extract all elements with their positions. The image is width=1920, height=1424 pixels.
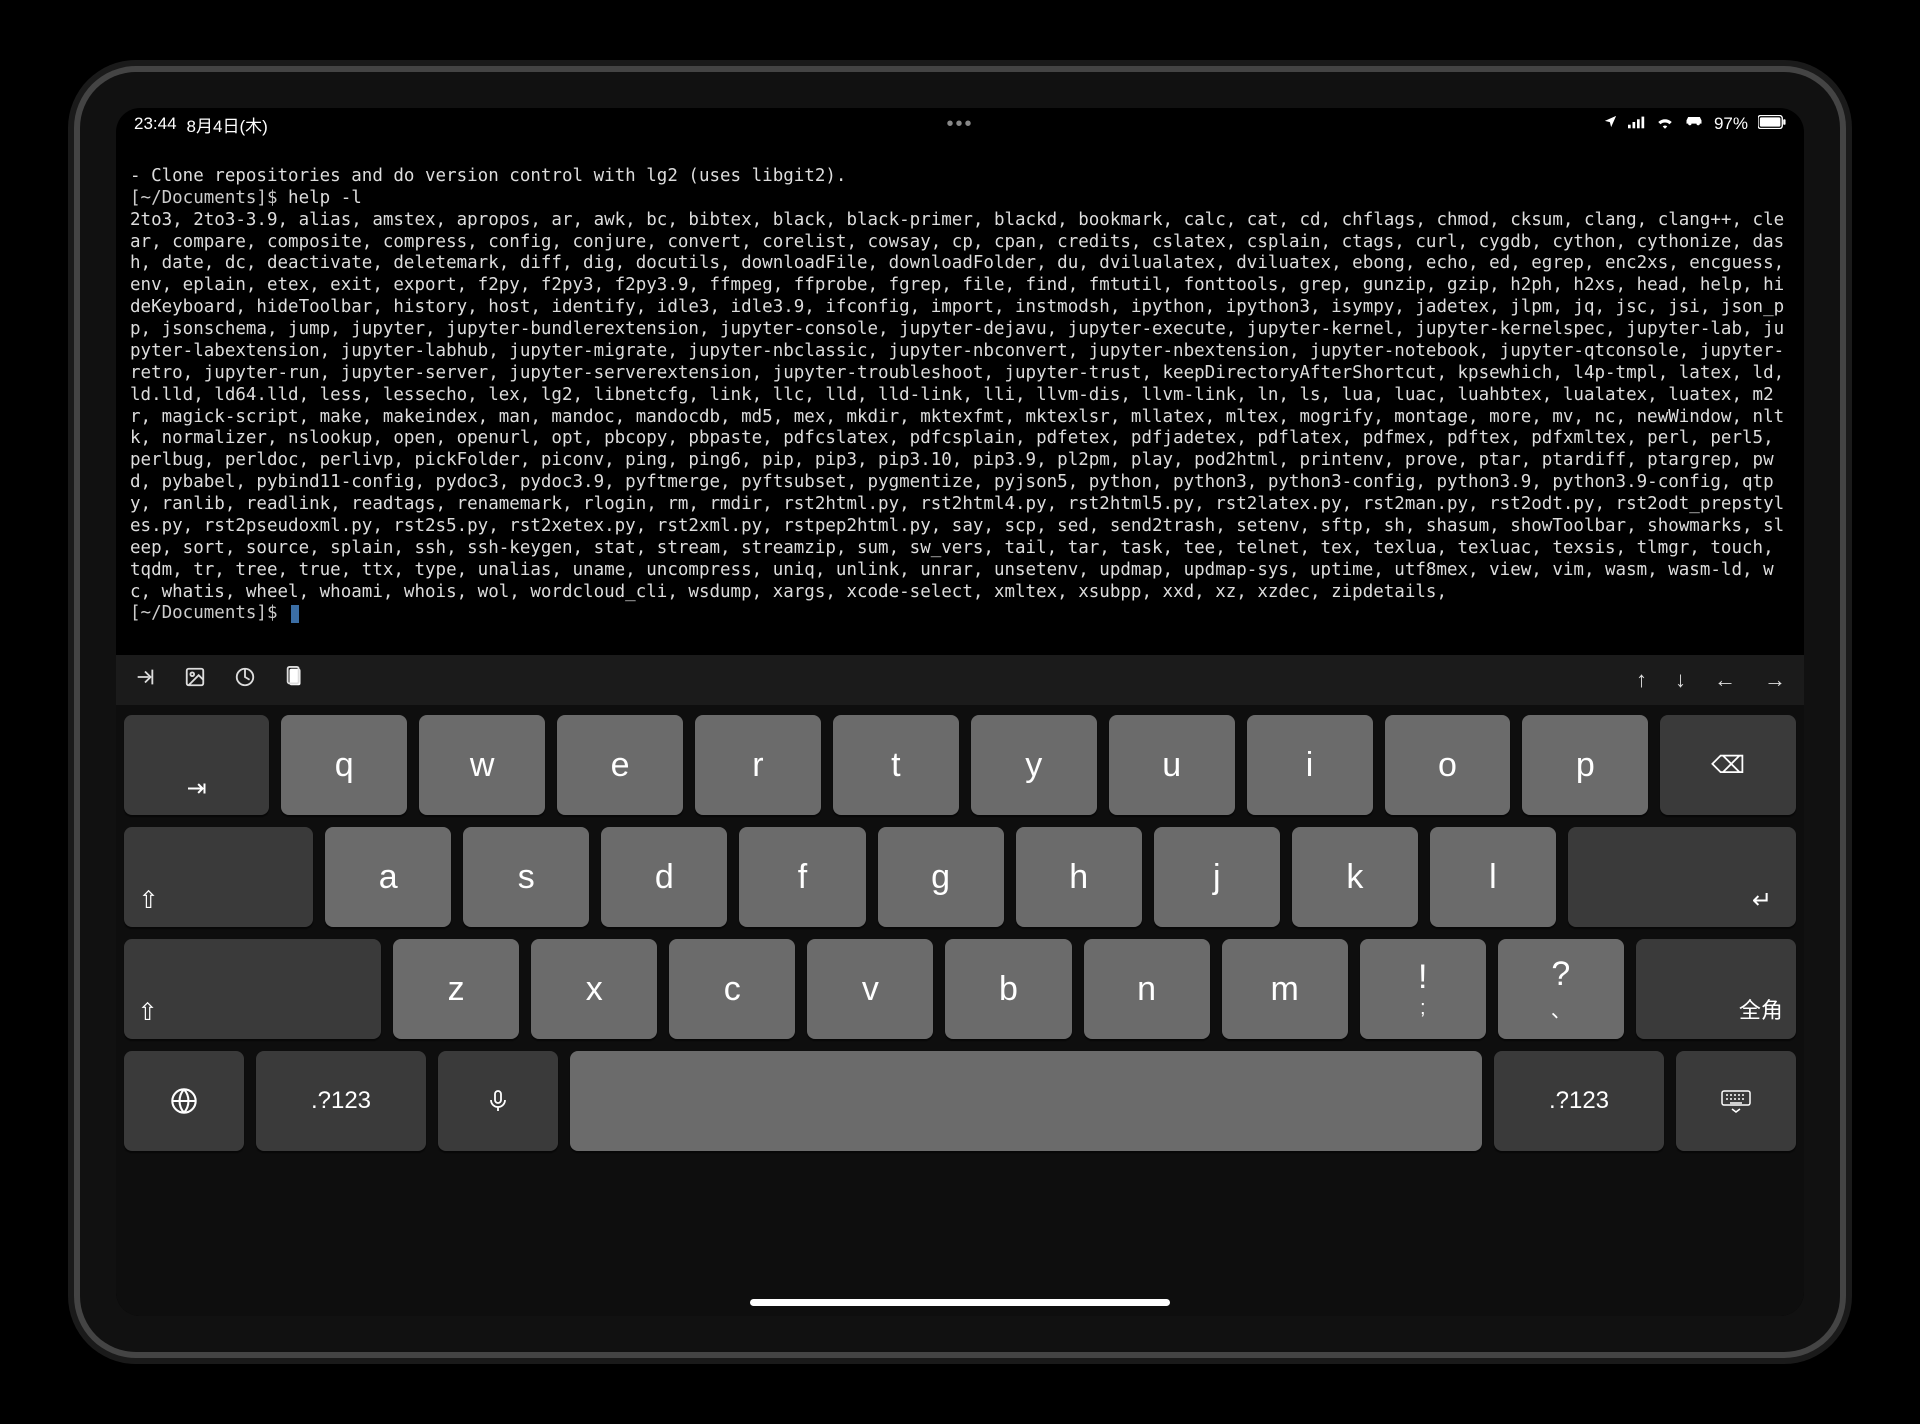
key-t[interactable]: t: [833, 715, 959, 815]
ipad-device-frame: 23:44 8月4日(木) ••• 97%: [80, 72, 1840, 1352]
key-question[interactable]: ? 、: [1498, 939, 1624, 1039]
cursor: [291, 605, 299, 623]
key-j[interactable]: j: [1154, 827, 1280, 927]
arrow-up-icon[interactable]: ↑: [1636, 667, 1647, 693]
terminal-body: 2to3, 2to3-3.9, alias, amstex, apropos, …: [130, 210, 1795, 602]
tab-right-icon[interactable]: [134, 666, 156, 694]
arrow-right-icon[interactable]: →: [1764, 667, 1786, 693]
backspace-key[interactable]: ⌫: [1660, 715, 1796, 815]
tab-key[interactable]: ⇥: [124, 715, 269, 815]
keyboard-row-2: ⇧ a s d f g h j k l ↵: [124, 827, 1796, 927]
arrow-down-icon[interactable]: ↓: [1675, 667, 1686, 693]
home-indicator[interactable]: [750, 1299, 1170, 1306]
status-left: 23:44 8月4日(木): [134, 112, 268, 137]
key-exclaim[interactable]: ! ;: [1360, 939, 1486, 1039]
screen: 23:44 8月4日(木) ••• 97%: [116, 108, 1804, 1316]
key-n[interactable]: n: [1084, 939, 1210, 1039]
key-p[interactable]: p: [1522, 715, 1648, 815]
globe-key[interactable]: [124, 1051, 244, 1151]
keyboard-accessory-bar: ↑ ↓ ← →: [116, 655, 1804, 705]
terminal-command: help -l: [288, 188, 362, 208]
mic-key[interactable]: [438, 1051, 558, 1151]
photo-icon[interactable]: [184, 666, 206, 694]
key-s[interactable]: s: [463, 827, 589, 927]
key-c[interactable]: c: [669, 939, 795, 1039]
onscreen-keyboard: ⇥ q w e r t y u i o p ⌫ ⇧: [116, 705, 1804, 1316]
key-o[interactable]: o: [1385, 715, 1511, 815]
zenkaku-key[interactable]: 全角: [1636, 939, 1796, 1039]
battery-percent: 97%: [1714, 114, 1748, 134]
space-key[interactable]: [570, 1051, 1482, 1151]
keyboard-row-1: ⇥ q w e r t y u i o p ⌫: [124, 715, 1796, 815]
key-h[interactable]: h: [1016, 827, 1142, 927]
terminal-prompt: [~/Documents]$: [130, 603, 288, 623]
key-i[interactable]: i: [1247, 715, 1373, 815]
multitask-dots-icon[interactable]: •••: [946, 113, 973, 136]
status-time: 23:44: [134, 114, 177, 134]
numbers-key[interactable]: .?123: [256, 1051, 426, 1151]
wifi-icon: [1656, 115, 1674, 134]
key-l[interactable]: l: [1430, 827, 1556, 927]
key-a[interactable]: a: [325, 827, 451, 927]
key-z[interactable]: z: [393, 939, 519, 1039]
key-d[interactable]: d: [601, 827, 727, 927]
key-w[interactable]: w: [419, 715, 545, 815]
caps-key[interactable]: ⇧: [124, 827, 313, 927]
key-m[interactable]: m: [1222, 939, 1348, 1039]
key-q[interactable]: q: [281, 715, 407, 815]
status-right: 97%: [1603, 114, 1786, 134]
key-y[interactable]: y: [971, 715, 1097, 815]
terminal-line: - Clone repositories and do version cont…: [130, 166, 846, 186]
paste-icon[interactable]: [284, 666, 306, 694]
enter-key[interactable]: ↵: [1568, 827, 1796, 927]
shift-key[interactable]: ⇧: [124, 939, 381, 1039]
key-f[interactable]: f: [739, 827, 865, 927]
arrow-left-icon[interactable]: ←: [1714, 667, 1736, 693]
status-date: 8月4日(木): [187, 112, 268, 137]
timer-icon[interactable]: [234, 666, 256, 694]
car-icon: [1684, 115, 1704, 134]
battery-icon: [1758, 115, 1786, 134]
key-r[interactable]: r: [695, 715, 821, 815]
key-e[interactable]: e: [557, 715, 683, 815]
key-u[interactable]: u: [1109, 715, 1235, 815]
key-k[interactable]: k: [1292, 827, 1418, 927]
keyboard-row-3: ⇧ z x c v b n m ! ; ? 、 全角: [124, 939, 1796, 1039]
terminal-prompt: [~/Documents]$: [130, 188, 288, 208]
status-bar: 23:44 8月4日(木) ••• 97%: [116, 108, 1804, 140]
numbers-key-right[interactable]: .?123: [1494, 1051, 1664, 1151]
key-x[interactable]: x: [531, 939, 657, 1039]
terminal-output[interactable]: - Clone repositories and do version cont…: [116, 140, 1804, 655]
key-g[interactable]: g: [878, 827, 1004, 927]
dismiss-keyboard-key[interactable]: [1676, 1051, 1796, 1151]
cellular-icon: [1628, 115, 1646, 134]
key-b[interactable]: b: [945, 939, 1071, 1039]
location-icon: [1603, 114, 1618, 134]
key-v[interactable]: v: [807, 939, 933, 1039]
keyboard-row-4: .?123 .?123: [124, 1051, 1796, 1151]
